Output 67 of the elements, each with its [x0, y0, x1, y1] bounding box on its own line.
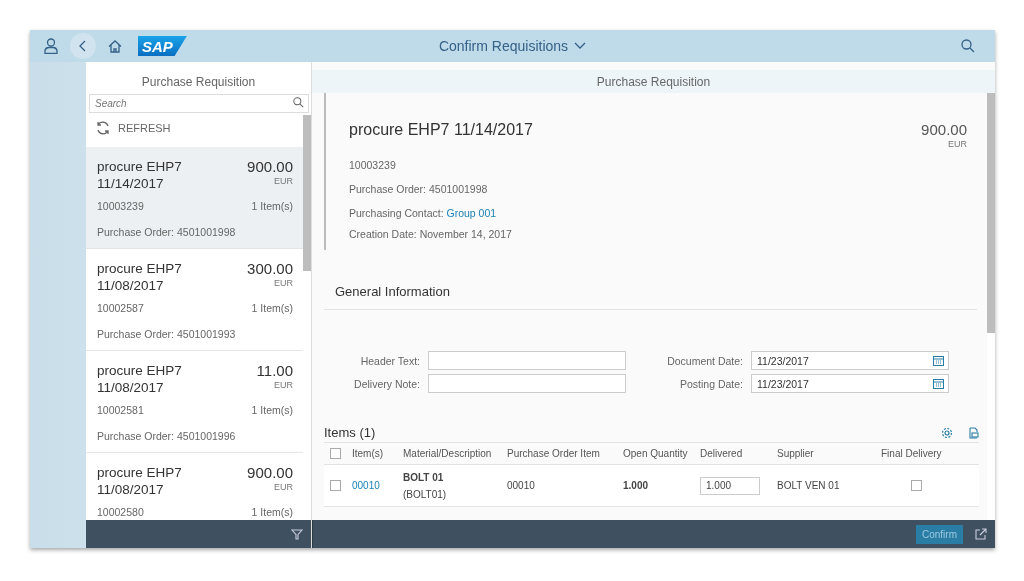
section-title: General Information	[324, 250, 977, 310]
refresh-icon	[96, 121, 110, 135]
purchase-order: Purchase Order: 4501001996	[97, 430, 236, 442]
list-item[interactable]: procure EHP7 11/14/2017 900.00 EUR 10003239 1 Item(s) Purchase Order: 4501001998	[86, 147, 303, 249]
attribute-label: Purchasing Contact:	[349, 207, 445, 219]
contact-link[interactable]: Group 001	[446, 207, 497, 219]
item-count: 1 Item(s)	[251, 506, 293, 518]
requisition-number: 10002581	[97, 404, 144, 416]
export-icon[interactable]	[967, 426, 979, 439]
item-title: procure EHP7 11/08/2017	[97, 362, 182, 396]
field-label: Delivery Note:	[353, 377, 420, 390]
currency: EUR	[273, 482, 293, 492]
currency: EUR	[273, 278, 293, 288]
table-title: Items (1)	[324, 425, 376, 440]
purchase-order: Purchase Order: 4501001998	[97, 226, 236, 238]
item-count: 1 Item(s)	[251, 404, 293, 416]
requisition-number: 10003239	[349, 159, 397, 171]
attribute-value: November 14, 2017	[419, 228, 512, 240]
item-title: procure EHP7 11/08/2017	[97, 464, 182, 498]
attribute-label: Creation Date:	[349, 228, 418, 240]
text-field[interactable]	[428, 351, 626, 370]
field-label: Document Date:	[666, 354, 743, 367]
object-title: procure EHP7 11/14/2017	[349, 121, 533, 139]
calendar-icon[interactable]	[933, 378, 944, 389]
requisition-number: 10003239	[97, 200, 144, 212]
currency: EUR	[947, 139, 967, 149]
amount: 300.00	[247, 260, 293, 277]
attribute-label: Purchase Order:	[349, 183, 428, 195]
table-cell-text: 00010	[507, 480, 536, 491]
currency: EUR	[273, 176, 293, 186]
table-cell-text: BOLT VEN 01	[777, 480, 841, 491]
date-field[interactable]: 11/23/2017	[751, 374, 949, 393]
table-cell-text: 1.000	[623, 480, 650, 491]
quantity-field[interactable]: 1.000	[700, 476, 760, 495]
item-count: 1 Item(s)	[251, 302, 293, 314]
amount: 900.00	[247, 464, 293, 481]
amount: 11.00	[256, 362, 293, 379]
text-field[interactable]	[428, 374, 626, 393]
purchase-order: Purchase Order: 4501001993	[97, 328, 236, 340]
search-field[interactable]: Search	[89, 94, 309, 113]
item-count: 1 Item(s)	[251, 200, 293, 212]
chevron-left-icon	[78, 40, 88, 52]
date-field[interactable]: 11/23/2017	[751, 351, 949, 370]
settings-icon[interactable]	[941, 426, 953, 439]
item-title: procure EHP7 11/08/2017	[97, 260, 182, 294]
checkbox[interactable]	[330, 448, 341, 459]
checkbox[interactable]	[330, 480, 341, 491]
material-id: (BOLT01)	[403, 488, 448, 500]
field-label: Header Text:	[359, 354, 420, 367]
calendar-icon[interactable]	[933, 355, 944, 366]
app-title[interactable]: Confirm Requisitions	[438, 38, 569, 54]
material-name: BOLT 01	[403, 471, 445, 483]
checkbox[interactable]	[911, 480, 922, 491]
field-label: Posting Date:	[678, 377, 743, 390]
item-title: procure EHP7 11/14/2017	[97, 158, 182, 192]
amount: 900.00	[247, 158, 293, 175]
chevron-down-icon[interactable]	[574, 42, 587, 50]
filter-icon[interactable]	[291, 528, 303, 540]
currency: EUR	[273, 380, 293, 390]
amount: 900.00	[921, 121, 967, 138]
search-icon[interactable]	[293, 97, 304, 108]
requisition-number: 10002580	[97, 506, 144, 518]
attribute-value: 4501001998	[428, 183, 488, 195]
requisition-number: 10002587	[97, 302, 144, 314]
logo[interactable]: SAP	[138, 36, 187, 56]
share-icon[interactable]	[975, 528, 987, 540]
panel-title: Purchase Requisition	[312, 70, 995, 93]
